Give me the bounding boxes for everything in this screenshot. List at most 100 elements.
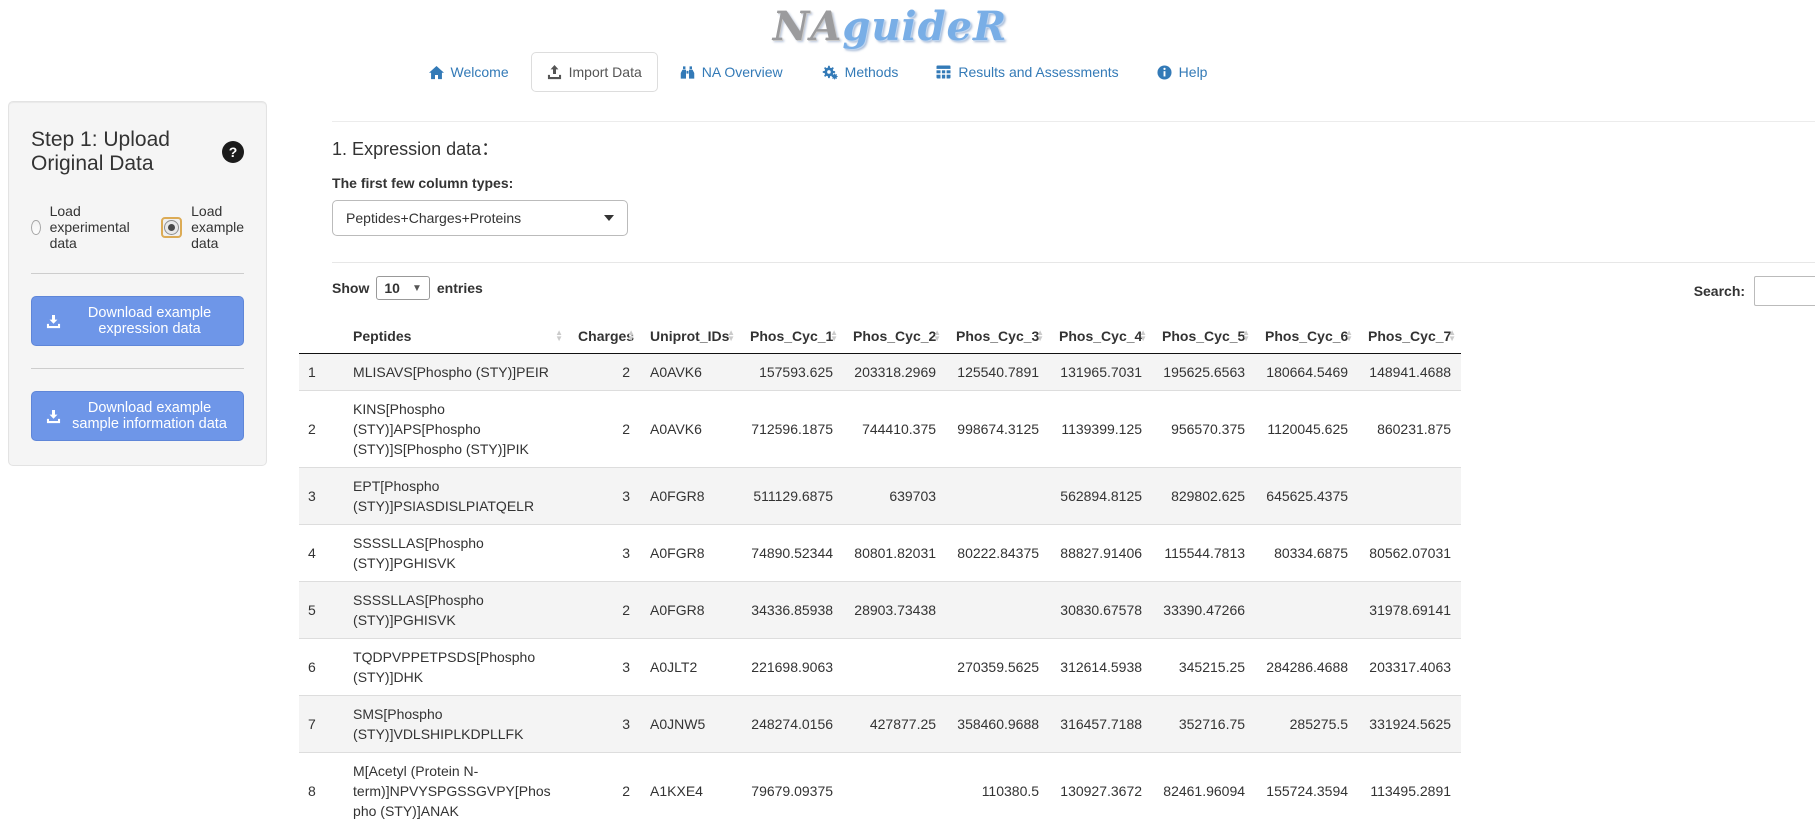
column-header-peptides[interactable]: Peptides ▲▼: [343, 319, 568, 354]
table-search-input[interactable]: [1754, 276, 1815, 306]
home-icon: [429, 65, 444, 80]
tab-welcome[interactable]: Welcome: [413, 52, 525, 92]
column-header-phos_cyc_2[interactable]: Phos_Cyc_2▲▼: [843, 319, 946, 354]
charge-cell: 2: [568, 753, 640, 826]
charge-cell: 2: [568, 354, 640, 391]
column-header-phos_cyc_7[interactable]: Phos_Cyc_7▲▼: [1358, 319, 1461, 354]
peptide-cell: M[Acetyl (Protein N-term)]NPVYSPGSSGVPY[…: [343, 753, 568, 826]
column-header-phos_cyc_5[interactable]: Phos_Cyc_5▲▼: [1152, 319, 1255, 354]
button-label: Download example sample information data: [70, 400, 229, 432]
value-cell: 645625.4375: [1255, 468, 1358, 525]
column-header-phos_cyc_3[interactable]: Phos_Cyc_3▲▼: [946, 319, 1049, 354]
value-cell: 203318.2969: [843, 354, 946, 391]
sort-icon: ▲▼: [555, 330, 563, 342]
download-icon: [46, 409, 61, 424]
value-cell: 34336.85938: [740, 582, 843, 639]
tab-na-overview[interactable]: NA Overview: [664, 52, 799, 92]
radio-unchecked-icon: [31, 220, 41, 235]
charge-cell: 3: [568, 525, 640, 582]
value-cell: 284286.4688: [1255, 639, 1358, 696]
tab-import-data[interactable]: Import Data: [531, 52, 658, 92]
table-row[interactable]: 1MLISAVS[Phospho (STY)]PEIR2A0AVK6157593…: [299, 354, 1461, 391]
peptide-cell: EPT[Phospho (STY)]PSIASDISLPIATQELR: [343, 468, 568, 525]
radio-label: Load example data: [191, 203, 244, 251]
panel-title-text: Step 1: Upload Original Data: [31, 128, 212, 176]
value-cell: [946, 582, 1049, 639]
value-cell: 155724.3594: [1255, 753, 1358, 826]
value-cell: 30830.67578: [1049, 582, 1152, 639]
row-index-cell: 8: [299, 753, 343, 826]
value-cell: 33390.47266: [1152, 582, 1255, 639]
column-header-label: Phos_Cyc_1: [750, 328, 833, 344]
radio-load-experimental[interactable]: Load experimental data: [31, 203, 135, 251]
download-sample-info-button[interactable]: Download example sample information data: [31, 391, 244, 441]
value-cell: 270359.5625: [946, 639, 1049, 696]
column-types-select[interactable]: Peptides+Charges+Proteins: [332, 200, 628, 236]
search-label: Search:: [1694, 283, 1745, 299]
value-cell: 1139399.125: [1049, 391, 1152, 468]
button-label: Download example expression data: [70, 305, 229, 337]
table-row[interactable]: 3EPT[Phospho (STY)]PSIASDISLPIATQELR3A0F…: [299, 468, 1461, 525]
value-cell: 998674.3125: [946, 391, 1049, 468]
tab-methods[interactable]: Methods: [805, 52, 915, 92]
value-cell: 115544.7813: [1152, 525, 1255, 582]
table-row[interactable]: 4SSSSLLAS[Phospho (STY)]PGHISVK3A0FGR874…: [299, 525, 1461, 582]
download-icon: [46, 314, 61, 329]
table-row[interactable]: 6TQDPVPPETPSDS[Phospho (STY)]DHK3A0JLT22…: [299, 639, 1461, 696]
peptide-cell: MLISAVS[Phospho (STY)]PEIR: [343, 354, 568, 391]
column-header-label: Uniprot_IDs: [650, 328, 729, 344]
value-cell: [1358, 468, 1461, 525]
column-header-label: Phos_Cyc_7: [1368, 328, 1451, 344]
column-header-charges[interactable]: Charges▲▼: [568, 319, 640, 354]
value-cell: 221698.9063: [740, 639, 843, 696]
divider: [332, 121, 1815, 122]
column-header-phos_cyc_4[interactable]: Phos_Cyc_4▲▼: [1049, 319, 1152, 354]
value-cell: 88827.91406: [1049, 525, 1152, 582]
table-row[interactable]: 2KINS[Phospho (STY)]APS[Phospho (STY)]S[…: [299, 391, 1461, 468]
show-label: Show: [332, 280, 369, 296]
column-header-phos_cyc_1[interactable]: Phos_Cyc_1▲▼: [740, 319, 843, 354]
column-header-phos_cyc_6[interactable]: Phos_Cyc_6▲▼: [1255, 319, 1358, 354]
page-length-select[interactable]: 10 ▼: [376, 276, 429, 300]
question-circle-icon[interactable]: ?: [222, 141, 244, 163]
uniprot-cell: A0AVK6: [640, 354, 740, 391]
column-header-label: Peptides: [353, 328, 411, 344]
value-cell: 712596.1875: [740, 391, 843, 468]
upload-panel: Step 1: Upload Original Data ? Load expe…: [8, 101, 267, 466]
divider: [332, 262, 1815, 263]
uniprot-cell: A0JLT2: [640, 639, 740, 696]
row-index-cell: 1: [299, 354, 343, 391]
tab-help[interactable]: Help: [1141, 52, 1224, 92]
charge-cell: 3: [568, 639, 640, 696]
value-cell: 113495.2891: [1358, 753, 1461, 826]
value-cell: 860231.875: [1358, 391, 1461, 468]
uniprot-cell: A0FGR8: [640, 525, 740, 582]
table-search-control: Search:: [1694, 276, 1815, 306]
app-header: NAguideR Welcome Import Data NA Overview: [0, 0, 1815, 92]
chevron-down-icon: [604, 215, 614, 221]
column-header-uniprot_ids[interactable]: Uniprot_IDs▲▼: [640, 319, 740, 354]
row-index-cell: 4: [299, 525, 343, 582]
column-header-label: Phos_Cyc_4: [1059, 328, 1142, 344]
main-nav: Welcome Import Data NA Overview Methods: [0, 52, 1636, 92]
value-cell: [1255, 582, 1358, 639]
binoculars-icon: [680, 65, 695, 80]
tab-results-assessments[interactable]: Results and Assessments: [920, 52, 1134, 92]
gears-icon: [821, 65, 838, 80]
radio-load-example[interactable]: Load example data: [161, 203, 244, 251]
table-header-row: Peptides▲▼Charges▲▼Uniprot_IDs▲▼Phos_Cyc…: [299, 319, 1461, 354]
table-row[interactable]: 7SMS[Phospho (STY)]VDLSHIPLKDPLLFK3A0JNW…: [299, 696, 1461, 753]
chevron-down-icon: ▼: [412, 283, 422, 294]
row-index-header[interactable]: [299, 319, 343, 354]
download-expression-button[interactable]: Download example expression data: [31, 296, 244, 346]
table-row[interactable]: 5SSSSLLAS[Phospho (STY)]PGHISVK2A0FGR834…: [299, 582, 1461, 639]
column-header-label: Charges: [578, 328, 634, 344]
table-row[interactable]: 8M[Acetyl (Protein N-term)]NPVYSPGSSGVPY…: [299, 753, 1461, 826]
value-cell: 80562.07031: [1358, 525, 1461, 582]
column-header-label: Phos_Cyc_2: [853, 328, 936, 344]
peptide-cell: KINS[Phospho (STY)]APS[Phospho (STY)]S[P…: [343, 391, 568, 468]
section-title: 1. Expression data：: [332, 135, 1815, 161]
value-cell: 130927.3672: [1049, 753, 1152, 826]
tab-label: NA Overview: [702, 63, 783, 81]
value-cell: 31978.69141: [1358, 582, 1461, 639]
